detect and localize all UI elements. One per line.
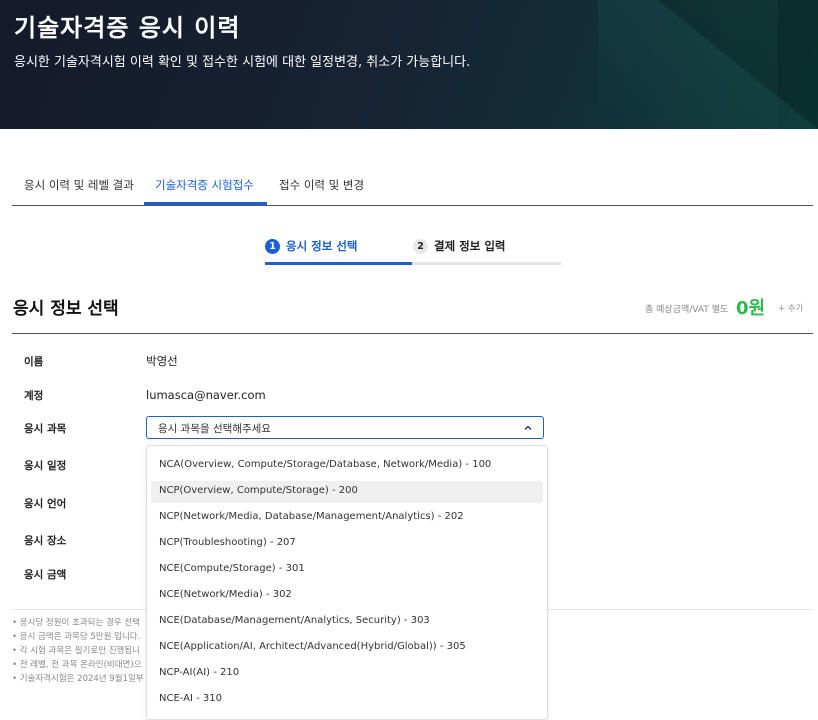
subject-label: 응시 과목 — [24, 423, 67, 435]
schedule-label: 응시 일정 — [24, 460, 67, 472]
fee-label: 응시 금액 — [24, 569, 67, 581]
account-label: 계정 — [24, 390, 44, 402]
dropdown-option[interactable]: NCP(Troubleshooting) - 207 — [151, 533, 543, 555]
price-label: 총 예상금액/VAT 별도 — [645, 305, 729, 315]
hero-banner: 기술자격증 응시 이력 응시한 기술자격시험 이력 확인 및 접수한 시험에 대… — [0, 0, 818, 129]
name-label: 이름 — [24, 356, 44, 368]
note-item: • 각 시험 과목은 필기로만 진행됩니 — [12, 646, 141, 656]
name-value: 박영선 — [146, 354, 178, 368]
step-1-progress — [265, 262, 412, 265]
dropdown-option[interactable]: NCE-AI - 310 — [151, 689, 543, 711]
tab-registration-history[interactable]: 접수 이력 및 변경 — [279, 177, 364, 193]
step-1-number: 1 — [265, 239, 280, 254]
location-label: 응시 장소 — [24, 535, 67, 547]
section-divider — [12, 333, 813, 334]
step-2[interactable]: 2 결제 정보 입력 — [413, 238, 506, 254]
dropdown-option[interactable]: NCP(Network/Media, Database/Management/A… — [151, 507, 543, 529]
tab-exam-registration[interactable]: 기술자격증 시험접수 — [155, 177, 254, 193]
page-subtitle: 응시한 기술자격시험 이력 확인 및 접수한 시험에 대한 일정변경, 취소가 … — [14, 55, 471, 70]
dropdown-option[interactable]: NCA(Overview, Compute/Storage/Database, … — [151, 455, 543, 477]
step-2-number: 2 — [413, 239, 428, 254]
dropdown-option[interactable]: NCE(Application/AI, Architect/Advanced(H… — [151, 637, 543, 659]
step-2-progress — [412, 262, 561, 265]
dropdown-option[interactable]: NCE(Network/Media) - 302 — [151, 585, 543, 607]
dropdown-option[interactable]: NCE(Database/Management/Analytics, Secur… — [151, 611, 543, 633]
step-1-label: 응시 정보 선택 — [286, 239, 358, 253]
subject-dropdown: NCA(Overview, Compute/Storage/Database, … — [146, 445, 548, 720]
tab-bar: 응시 이력 및 레벨 결과 기술자격증 시험접수 접수 이력 및 변경 — [12, 170, 813, 206]
price-value: 0원 — [736, 298, 766, 319]
page-title: 기술자격증 응시 이력 — [14, 14, 241, 42]
tab-active-indicator — [144, 202, 267, 205]
note-item: • 기술자격시험은 2024년 9월1일부 — [12, 674, 144, 684]
step-1[interactable]: 1 응시 정보 선택 — [265, 238, 358, 254]
dropdown-option[interactable]: NCE(Compute/Storage) - 301 — [151, 559, 543, 581]
add-button[interactable]: + 추가 — [778, 302, 803, 314]
tab-history[interactable]: 응시 이력 및 레벨 결과 — [24, 177, 134, 193]
dropdown-option[interactable]: NCP(Overview, Compute/Storage) - 200 — [151, 481, 543, 503]
dropdown-option[interactable]: NCP-AI(AI) - 210 — [151, 663, 543, 685]
language-label: 응시 언어 — [24, 498, 67, 510]
note-item: • 응시 금액은 과목당 5만원 입니다. — [12, 632, 141, 642]
chevron-up-icon — [524, 425, 532, 430]
step-2-label: 결제 정보 입력 — [434, 239, 506, 253]
section-title: 응시 정보 선택 — [13, 299, 119, 319]
subject-select[interactable]: 응시 과목을 선택해주세요 — [146, 416, 544, 439]
note-item: • 응시당 정원이 초과되는 경우 선택 — [12, 618, 141, 628]
note-item: • 전 레벨, 전 과목 온라인(비대면)으 — [12, 660, 142, 670]
subject-select-placeholder: 응시 과목을 선택해주세요 — [158, 423, 271, 435]
hero-decoration-triangle — [658, 0, 818, 129]
account-value: lumasca@naver.com — [146, 388, 266, 402]
